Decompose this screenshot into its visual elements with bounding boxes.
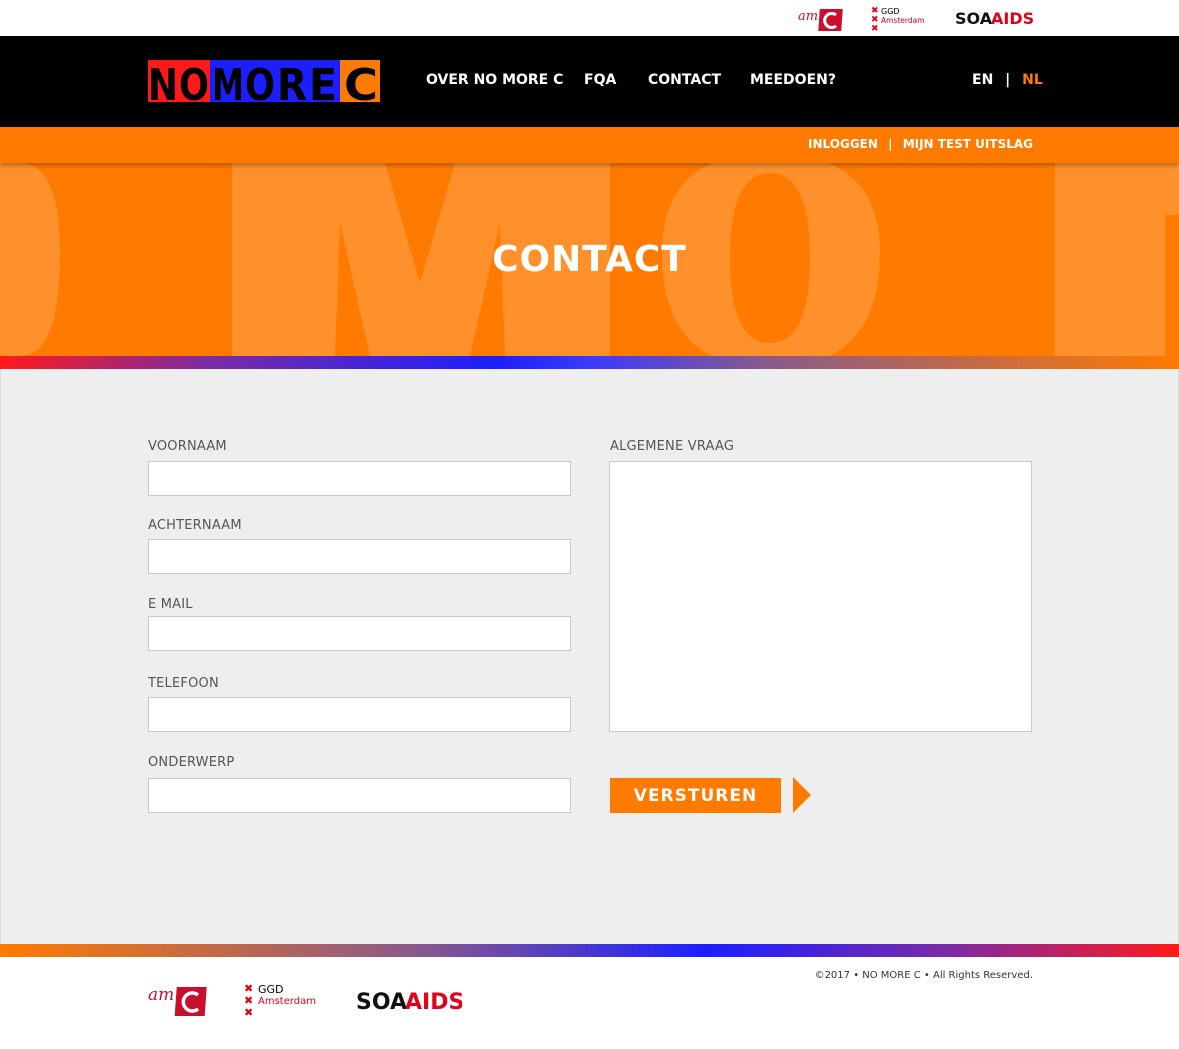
- svg-text:SOA: SOA: [356, 990, 407, 1013]
- phone-input[interactable]: [148, 697, 571, 732]
- page-title: CONTACT: [492, 239, 687, 280]
- svg-text:AIDS: AIDS: [405, 990, 462, 1013]
- svg-text:am: am: [798, 9, 818, 24]
- phone-label: TELEFOON: [148, 676, 219, 691]
- nav-over-no-more-c[interactable]: OVER NO MORE C: [426, 72, 563, 88]
- lang-nl[interactable]: NL: [1022, 72, 1043, 88]
- my-test-result-link[interactable]: MIJN TEST UITSLAG: [903, 137, 1033, 151]
- lang-separator: |: [1005, 72, 1011, 88]
- nav-fqa[interactable]: FQA: [584, 72, 616, 88]
- language-switcher: EN | NL: [972, 72, 1043, 88]
- svg-text:AIDS: AIDS: [991, 9, 1034, 28]
- main-navbar: N O M O R E C OVER NO MORE C FQA CONTACT…: [0, 36, 1179, 127]
- footer-ggd-amsterdam-logo[interactable]: ✖✖✖ GGD Amsterdam: [244, 982, 324, 1018]
- account-separator: |: [888, 137, 893, 151]
- svg-text:O: O: [245, 60, 275, 102]
- lang-en[interactable]: EN: [972, 72, 993, 88]
- submit-arrow-icon[interactable]: [793, 777, 811, 813]
- account-links: INLOGGEN | MIJN TEST UITSLAG: [808, 137, 1033, 151]
- last-name-input[interactable]: [148, 539, 571, 574]
- submit-button[interactable]: VERSTUREN: [610, 778, 781, 813]
- footer-amc-logo[interactable]: am: [148, 983, 208, 1017]
- soa-aids-logo[interactable]: SOA AIDS: [955, 8, 1035, 28]
- svg-text:M: M: [212, 60, 244, 102]
- login-link[interactable]: INLOGGEN: [808, 137, 878, 151]
- svg-text:SOA: SOA: [955, 9, 993, 28]
- question-textarea[interactable]: [609, 461, 1032, 732]
- svg-text:N: N: [148, 60, 178, 102]
- question-label: ALGEMENE VRAAG: [610, 439, 735, 454]
- email-input[interactable]: [148, 616, 571, 651]
- copyright-text: ©2017 • NO MORE C • All Rights Reserved.: [814, 970, 1033, 981]
- footer: am ✖ ✖ ✖ GGD Amsterdam SOA AIDS ©2017 • NO…: [0, 957, 1179, 1049]
- email-label: E MAIL: [148, 597, 193, 612]
- svg-text:✖: ✖: [244, 1006, 253, 1018]
- svg-text:C: C: [344, 60, 378, 102]
- svg-text:✖: ✖: [871, 24, 879, 32]
- svg-text:Amsterdam: Amsterdam: [258, 996, 316, 1007]
- ggd-amsterdam-logo[interactable]: ✖✖✖ GGD Amsterdam: [871, 5, 931, 32]
- subject-input[interactable]: [148, 778, 571, 813]
- page: am ✖✖✖ GGD Amsterdam SOA AIDS N O M O: [0, 0, 1179, 1049]
- nav-contact[interactable]: CONTACT: [648, 72, 721, 88]
- svg-text:Amsterdam: Amsterdam: [881, 16, 925, 25]
- hero-banner: CONTACT: [0, 163, 1179, 356]
- first-name-input[interactable]: [148, 461, 571, 496]
- footer-soa-aids-logo[interactable]: SOA AIDS: [356, 987, 462, 1013]
- partner-strip: am ✖ ✖ ✖ GGD Amsterdam SOA AIDS: [0, 0, 1179, 36]
- gradient-stripe-top: [0, 356, 1179, 369]
- nomorec-logo[interactable]: N O M O R E C: [148, 60, 380, 102]
- account-bar: INLOGGEN | MIJN TEST UITSLAG: [0, 127, 1179, 163]
- svg-text:am: am: [148, 985, 174, 1005]
- gradient-stripe-bottom: [0, 944, 1179, 957]
- svg-text:O: O: [179, 60, 209, 102]
- nav-meedoen[interactable]: MEEDOEN?: [750, 72, 836, 88]
- svg-text:E: E: [309, 60, 337, 102]
- svg-text:GGD: GGD: [258, 983, 284, 996]
- first-name-label: VOORNAAM: [148, 439, 227, 454]
- last-name-label: ACHTERNAAM: [148, 518, 242, 533]
- subject-label: ONDERWERP: [148, 755, 235, 770]
- svg-text:GGD: GGD: [881, 7, 900, 16]
- amc-logo[interactable]: am: [798, 6, 844, 32]
- svg-text:R: R: [277, 60, 307, 102]
